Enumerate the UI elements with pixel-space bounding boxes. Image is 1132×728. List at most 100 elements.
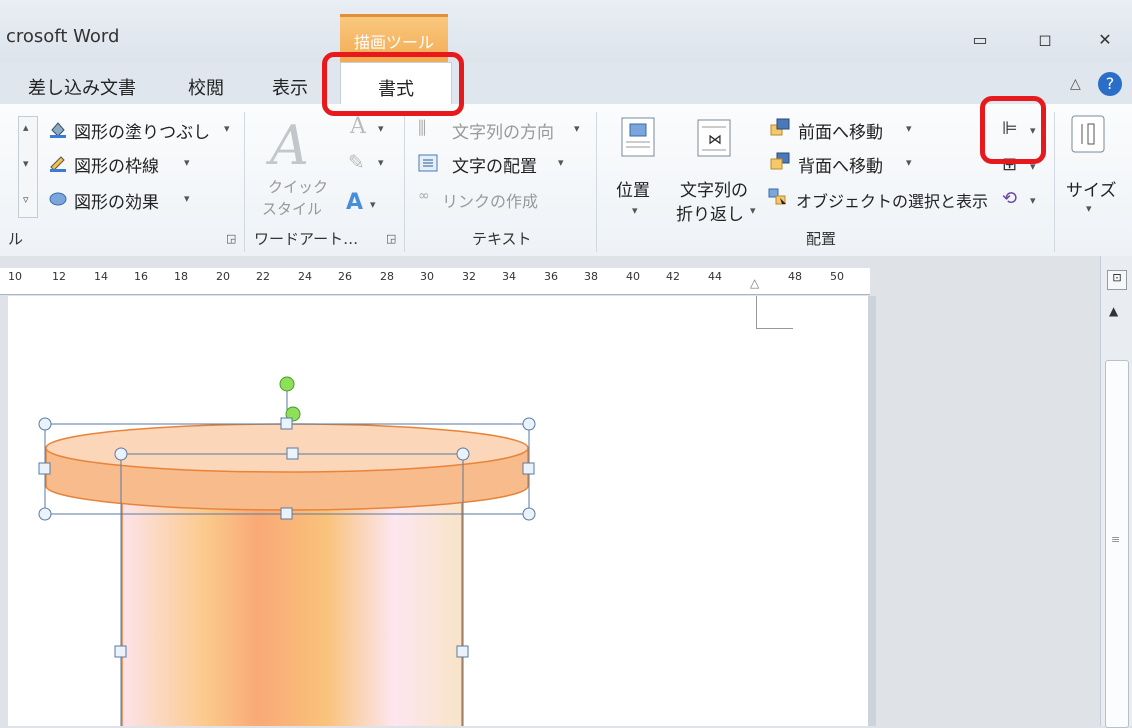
shape-styles-group-label: ル [8,230,24,248]
tab-view[interactable]: 表示 [272,74,308,100]
send-backward-icon [770,152,790,170]
pencil-icon [50,156,66,172]
text-outline-icon[interactable]: ✎ [348,150,365,174]
ribbon: ▴ ▾ ▿ 図形の塗りつぶし ▾ 図形の枠線 ▾ 図形の効果 ▾ ル ◲ A ク… [0,104,1132,258]
tab-mailings[interactable]: 差し込み文書 [28,74,136,100]
chevron-down-icon: ▾ [1030,194,1036,207]
shape-outline-label: 図形の枠線 [74,157,159,177]
ruler-tick: 38 [584,270,598,283]
rotate-icon[interactable]: ⟲ [1002,188,1017,209]
horizontal-ruler[interactable]: 10 12 14 16 18 20 22 24 26 28 30 32 34 3… [0,268,870,295]
position-label: 位置 [616,181,650,201]
maximize-button[interactable]: ◻ [1030,30,1060,52]
chevron-down-icon: ▾ [906,122,912,135]
dialog-launcher-icon[interactable]: ◲ [386,232,396,245]
text-align-label: 文字の配置 [452,157,537,177]
tab-review[interactable]: 校閲 [188,74,224,100]
ruler-tick: 20 [216,270,230,283]
text-group-label: テキスト [472,230,532,248]
gallery-down-icon: ▾ [23,157,29,170]
bring-forward-label: 前面へ移動 [798,123,883,143]
ruler-tick: 42 [666,270,680,283]
text-fill-icon[interactable]: A [350,114,366,139]
create-link-label: リンクの作成 [442,192,539,211]
window-title: crosoft Word [6,26,120,47]
indent-marker-icon[interactable]: △ [750,276,759,290]
chevron-down-icon: ▾ [224,122,230,135]
shape-fill-label: 図形の塗りつぶし [74,123,211,143]
chevron-down-icon: ▾ [370,198,376,211]
bring-forward-icon [770,118,790,136]
scroll-thumb[interactable]: ≡ [1105,360,1129,728]
ruler-tick: 30 [420,270,434,283]
chevron-down-icon: ▾ [574,122,580,135]
ruler-tick: 18 [174,270,188,283]
ruler-gap [0,256,1132,268]
paint-bucket-icon [50,122,66,138]
ruler-tick: 32 [462,270,476,283]
help-icon[interactable]: ? [1098,72,1122,96]
ruler-tick: 40 [626,270,640,283]
wrap-text-label-2: 折り返し [676,205,744,225]
selection-pane-label: オブジェクトの選択と表示 [796,192,989,211]
chevron-down-icon: ▾ [1086,202,1092,215]
separator [596,112,597,252]
ruler-tick: 22 [256,270,270,283]
chevron-down-icon: ▾ [184,192,190,205]
quick-style-label-2[interactable]: スタイル [262,198,322,219]
shape-style-gallery-scroll[interactable]: ▴ ▾ ▿ [18,116,38,218]
ruler-tick: 24 [298,270,312,283]
ruler-tick: 10 [8,270,22,283]
ruler-tick: 28 [380,270,394,283]
wordart-group-label: ワードアート… [254,230,359,248]
shape-effects-icon [49,192,67,206]
text-effects-icon[interactable]: A [346,190,363,215]
close-button[interactable]: ✕ [1090,30,1120,52]
ruler-tick: 48 [788,270,802,283]
chevron-down-icon: ▾ [750,204,756,217]
scroll-up-icon[interactable]: ▲ [1109,304,1118,318]
document-page[interactable] [8,296,868,726]
vertical-scrollbar[interactable]: ⊡ ▲ ≡ [1100,256,1132,728]
text-direction-label: 文字列の方向 [452,123,554,143]
highlight-align-button [980,96,1046,164]
wrap-text-button[interactable]: ⋈ 文字列の 折り返し ▾ [676,114,760,234]
separator [404,112,405,252]
size-button[interactable]: サイズ ▾ [1064,112,1117,222]
ruler-tick: 26 [338,270,352,283]
ribbon-tabs: 差し込み文書 校閲 表示 書式 △ ? [0,62,1132,105]
title-bar: crosoft Word 描画ツール ▭ ◻ ✕ [0,0,1132,65]
gallery-more-icon: ▿ [23,193,29,206]
minimize-icon: ▭ [972,30,988,49]
selection-pane-icon [768,188,786,205]
wrap-text-icon: ⋈ [697,119,731,157]
quick-style-label-1[interactable]: クイック [268,176,328,197]
highlight-format-tab [322,52,464,116]
chevron-down-icon: ▾ [558,156,564,169]
link-icon: ∞ [418,188,430,204]
gallery-up-icon: ▴ [23,121,29,134]
position-icon [621,117,655,157]
ruler-tick: 44 [708,270,722,283]
chevron-down-icon: ▾ [906,156,912,169]
ruler-tick: 12 [52,270,66,283]
ruler-toggle-icon[interactable]: ⊡ [1107,270,1127,290]
ruler-tick: 14 [94,270,108,283]
minimize-button[interactable]: ▭ [965,30,995,52]
size-icon [1071,115,1105,153]
position-button[interactable]: 位置 ▾ [612,114,664,234]
ruler-tick: 16 [134,270,148,283]
chevron-down-icon: ▾ [184,156,190,169]
separator [244,112,245,252]
quick-style-icon: A [270,114,309,177]
maximize-icon: ◻ [1038,30,1052,49]
arrange-group-label: 配置 [806,230,837,248]
ruler-tick: 34 [502,270,516,283]
text-align-icon [418,154,438,172]
ruler-tick: 36 [544,270,558,283]
minimize-ribbon-icon[interactable]: △ [1070,76,1081,92]
cylinder-shape[interactable] [8,296,868,726]
chevron-down-icon: ▾ [632,204,638,217]
close-icon: ✕ [1098,30,1112,49]
dialog-launcher-icon[interactable]: ◲ [226,232,236,245]
